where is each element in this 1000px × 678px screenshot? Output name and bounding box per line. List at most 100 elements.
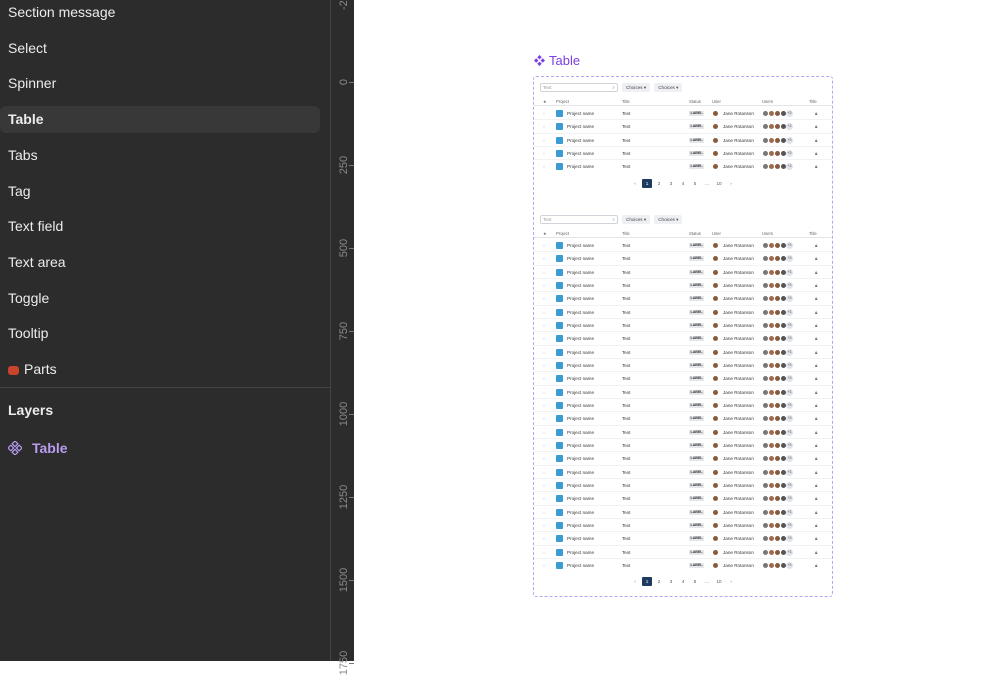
star-icon[interactable]: ☆ [542,160,546,173]
table-row[interactable]: ☆ Project name Text LABEL Jane Rotanson +3 🔒︎ [534,546,832,559]
project-name[interactable]: Project name [567,107,594,120]
lock-icon[interactable]: 🔒︎ [815,519,817,532]
lock-icon[interactable]: 🔒︎ [815,239,817,252]
table-row[interactable]: ☆ Project name Text LABEL Jane Rotanson +3 🔒︎ [534,147,832,161]
table-row[interactable]: ☆ Project name Text LABEL Jane Rotanson +3 🔒︎ [534,120,832,134]
layer-item-table[interactable]: Table [8,440,68,456]
star-icon[interactable]: ☆ [542,239,546,252]
page-button-2[interactable]: 2 [654,577,664,586]
table-row[interactable]: ☆ Project name Text LABEL Jane Rotanson +3 🔒︎ [534,386,832,399]
sidebar-item-parts[interactable]: Parts [0,356,320,383]
project-name[interactable]: Project name [567,160,594,173]
project-name[interactable]: Project name [567,426,594,439]
project-name[interactable]: Project name [567,479,594,492]
project-name[interactable]: Project name [567,546,594,559]
page-button-1[interactable]: 1 [642,577,652,587]
star-icon[interactable]: ☆ [542,506,546,519]
lock-icon[interactable]: 🔒︎ [815,559,817,572]
lock-icon[interactable]: 🔒︎ [815,452,817,465]
star-icon[interactable]: ☆ [542,120,546,133]
lock-icon[interactable]: 🔒︎ [815,399,817,412]
star-icon[interactable]: ☆ [542,519,546,532]
lock-icon[interactable]: 🔒︎ [815,160,817,173]
lock-icon[interactable]: 🔒︎ [815,346,817,359]
star-icon[interactable]: ☆ [542,399,546,412]
star-icon[interactable]: ☆ [542,319,546,332]
lock-icon[interactable]: 🔒︎ [815,319,817,332]
header-users[interactable]: Users [762,231,773,236]
search-input[interactable]: Text ⌕ [540,83,618,92]
filter-dropdown[interactable]: Choices ▾ [654,83,683,92]
star-icon[interactable]: ☆ [542,147,546,160]
project-name[interactable]: Project name [567,452,594,465]
prev-page-button[interactable]: ‹ [630,179,640,188]
table-row[interactable]: ☆ Project name Text LABEL Jane Rotanson +3 🔒︎ [534,252,832,266]
table-row[interactable]: ☆ Project name Text LABEL Jane Rotanson +3 🔒︎ [534,426,832,439]
lock-icon[interactable]: 🔒︎ [815,279,817,292]
lock-icon[interactable]: 🔒︎ [815,532,817,545]
star-icon[interactable]: ☆ [542,134,546,147]
table-row[interactable]: ☆ Project name Text LABEL Jane Rotanson +3 🔒︎ [534,506,832,519]
star-icon[interactable]: ☆ [542,492,546,505]
lock-icon[interactable]: 🔒︎ [815,386,817,399]
lock-icon[interactable]: 🔒︎ [815,546,817,559]
star-icon[interactable]: ☆ [542,546,546,559]
project-name[interactable]: Project name [567,306,594,319]
project-name[interactable]: Project name [567,399,594,412]
sidebar-item-text-area[interactable]: Text area [0,249,320,276]
sidebar-item-table[interactable]: Table [0,106,320,134]
star-icon[interactable]: ☆ [542,452,546,465]
search-input[interactable]: Text ⌕ [540,215,618,224]
table-row[interactable]: ☆ Project name Text LABEL Jane Rotanson +3 🔒︎ [534,306,832,319]
project-name[interactable]: Project name [567,332,594,345]
page-button-3[interactable]: 3 [666,179,676,188]
star-icon[interactable]: ☆ [542,107,546,120]
lock-icon[interactable]: 🔒︎ [815,426,817,439]
table-row[interactable]: ☆ Project name Text LABEL Jane Rotanson +3 🔒︎ [534,399,832,413]
star-icon[interactable]: ☆ [542,266,546,279]
project-name[interactable]: Project name [567,134,594,147]
project-name[interactable]: Project name [567,147,594,160]
header-status[interactable]: Status [689,99,701,104]
header-title[interactable]: Title [622,231,630,236]
table-row[interactable]: ☆ Project name Text LABEL Jane Rotanson +3 🔒︎ [534,160,832,173]
star-icon[interactable]: ☆ [542,372,546,385]
table-row[interactable]: ☆ Project name Text LABEL Jane Rotanson +3 🔒︎ [534,134,832,147]
table-row[interactable]: ☆ Project name Text LABEL Jane Rotanson +3 🔒︎ [534,332,832,346]
prev-page-button[interactable]: ‹ [630,577,640,586]
header-project[interactable]: Project [556,231,569,236]
project-name[interactable]: Project name [567,359,594,372]
star-icon[interactable]: ☆ [542,279,546,292]
table-row[interactable]: ☆ Project name Text LABEL Jane Rotanson +3 🔒︎ [534,266,832,279]
project-name[interactable]: Project name [567,532,594,545]
table-row[interactable]: ☆ Project name Text LABEL Jane Rotanson +3 🔒︎ [534,452,832,466]
lock-icon[interactable]: 🔒︎ [815,492,817,505]
lock-icon[interactable]: 🔒︎ [815,359,817,372]
project-name[interactable]: Project name [567,252,594,265]
table-row[interactable]: ☆ Project name Text LABEL Jane Rotanson +3 🔒︎ [534,372,832,386]
header-user[interactable]: User [712,99,721,104]
sidebar-item-text-field[interactable]: Text field [0,213,320,240]
header-user[interactable]: User [712,231,721,236]
star-icon[interactable]: ☆ [542,386,546,399]
star-icon[interactable]: ☆ [542,346,546,359]
project-name[interactable]: Project name [567,439,594,452]
star-icon[interactable]: ☆ [542,412,546,425]
lock-icon[interactable]: 🔒︎ [815,147,817,160]
project-name[interactable]: Project name [567,239,594,252]
lock-icon[interactable]: 🔒︎ [815,266,817,279]
sidebar-item-toggle[interactable]: Toggle [0,285,320,312]
star-icon[interactable]: ☆ [542,306,546,319]
lock-icon[interactable]: 🔒︎ [815,332,817,345]
table-row[interactable]: ☆ Project name Text LABEL Jane Rotanson +3 🔒︎ [534,279,832,293]
star-icon[interactable]: ☆ [542,559,546,572]
lock-icon[interactable]: 🔒︎ [815,466,817,479]
table-row[interactable]: ☆ Project name Text LABEL Jane Rotanson +3 🔒︎ [534,107,832,121]
project-name[interactable]: Project name [567,372,594,385]
lock-icon[interactable]: 🔒︎ [815,292,817,305]
lock-icon[interactable]: 🔒︎ [815,479,817,492]
sidebar-item-select[interactable]: Select [0,35,320,62]
header-project[interactable]: Project [556,99,569,104]
page-button-4[interactable]: 4 [678,577,688,586]
table-row[interactable]: ☆ Project name Text LABEL Jane Rotanson +3 🔒︎ [534,239,832,253]
